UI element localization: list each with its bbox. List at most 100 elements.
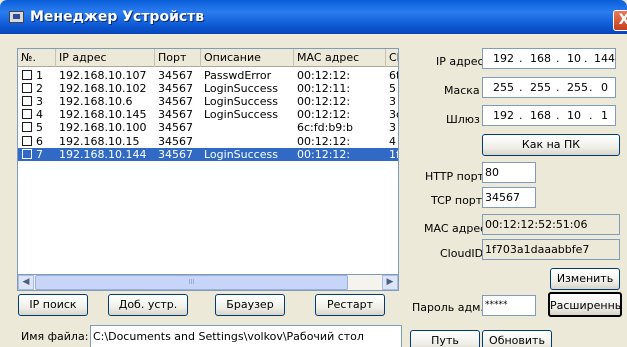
cell-num: 5 [36,121,43,135]
row-checkbox[interactable] [22,70,32,80]
cell-ip: 192.168.10.15 [59,134,140,148]
cell-desc: LoginSuccess [204,108,278,122]
advanced-button[interactable]: Расширенные [548,292,622,317]
cell-mac: 6c:fd:b9:b [297,121,353,135]
close-button[interactable]: X [613,10,627,31]
gateway-dot: . [519,109,523,122]
mask-field[interactable]: 255 . 255 . 255 . 0 [482,77,616,98]
cell-cloud: 3 [389,121,396,135]
column-header-description[interactable]: Описание [201,49,294,67]
mask-octet-1: 255 [493,81,514,94]
row-checkbox[interactable] [22,96,32,107]
scroll-left-button[interactable]: ◀ [18,275,34,290]
cell-desc: LoginSuccess [204,82,278,96]
cell-port: 34567 [158,147,193,161]
window-title: Менеджер Устройств [30,9,205,25]
mask-dot: . [519,81,523,94]
ip-dot: . [584,52,588,65]
admin-password-label: Пароль адм. [412,301,484,314]
restart-button[interactable]: Рестарт [315,294,385,316]
row-checkbox[interactable] [22,83,32,94]
mask-dot: . [589,81,593,94]
ip-search-button[interactable]: IP поиск [18,294,88,316]
device-row[interactable]: 5 192.168.10.100 34567 6c:fd:b9:b 3 [18,121,398,135]
gateway-octet-2: 168 [530,109,551,122]
refresh-button[interactable]: Обновить [482,330,552,347]
cell-cloud: 5 [389,82,396,96]
gateway-octet-1: 192 [493,109,514,122]
column-header-port[interactable]: Порт [155,49,201,67]
gateway-octet-4: 1 [601,109,608,122]
device-list[interactable]: №. IP адрес Порт Описание MAC адрес Cl 1… [17,48,399,290]
tcp-port-label: TCP порт [431,194,483,207]
app-icon [9,11,24,23]
ip-octet-1: 192 [493,52,514,65]
column-header-number[interactable]: №. [18,49,56,67]
cell-ip: 192.168.10.145 [59,108,147,122]
add-device-button[interactable]: Доб. устр. [108,294,188,316]
cell-mac: 00:12:12: [297,95,351,109]
horizontal-scrollbar[interactable]: ◀ III ▶ [17,274,399,291]
ip-dot: . [519,52,523,65]
cell-mac: 00:12:12: [297,108,351,122]
row-checkbox[interactable] [22,109,32,120]
cell-num: 6 [36,134,43,148]
scroll-thumb[interactable]: III [35,275,348,290]
gateway-label: Шлюз [446,113,480,126]
cell-mac: 00:12:11: [297,82,351,96]
gateway-dot: . [589,109,593,122]
ip-address-label: IP адрес [436,55,484,68]
http-port-field[interactable]: 80 [482,162,536,183]
title-bar[interactable]: Менеджер Устройств [0,0,627,34]
cell-num: 7 [36,147,43,161]
cell-port: 34567 [158,69,193,82]
row-checkbox[interactable] [22,122,32,133]
device-row[interactable]: 2 192.168.10.102 34567 LoginSuccess 00:12:11… [18,82,398,96]
ip-octet-3: 10 [567,52,581,65]
mask-label: Маска [444,84,480,97]
cell-desc [204,121,294,134]
cell-cloud: 3c [389,108,398,122]
cell-num: 1 [36,69,43,82]
ip-address-field[interactable]: 192 . 168 . 10 . 144 [482,48,616,69]
device-row[interactable]: 4 192.168.10.145 34567 LoginSuccess 00:12:12… [18,108,398,122]
mac-address-label: MAC адрес [424,222,487,235]
device-row[interactable]: 3 192.168.10.6 34567 LoginSuccess 00:12:12: 3 [18,95,398,109]
change-button[interactable]: Изменить [550,268,620,290]
cell-ip: 192.168.10.107 [59,69,147,82]
mask-dot: . [556,81,560,94]
column-header-mac[interactable]: MAC адрес [294,49,386,67]
column-header-ip[interactable]: IP адрес [56,49,155,67]
path-button[interactable]: Путь [410,330,480,347]
row-checkbox[interactable] [22,135,32,146]
browser-button[interactable]: Браузер [215,294,285,316]
ip-octet-2: 168 [530,52,551,65]
cell-desc: LoginSuccess [204,147,278,161]
as-pc-button[interactable]: Как на ПК [482,134,620,156]
scroll-right-button[interactable]: ▶ [382,275,398,290]
device-row[interactable]: 7 192.168.10.144 34567 LoginSuccess 00:12:12… [18,147,398,161]
cell-ip: 192.168.10.100 [59,121,147,135]
cell-ip: 192.168.10.6 [59,95,133,109]
mask-octet-3: 255 [567,81,588,94]
tcp-port-field[interactable]: 34567 [482,187,536,208]
cell-cloud: 4 [389,134,396,148]
column-header-cloud[interactable]: Cl [386,49,398,67]
mask-octet-2: 255 [530,81,551,94]
ip-octet-4: 144 [594,52,615,65]
cell-cloud: 6t [389,69,398,82]
cell-port: 34567 [158,108,193,122]
file-name-field[interactable]: C:\Documents and Settings\volkov\Рабочий… [90,325,402,347]
cell-port: 34567 [158,134,193,148]
cell-port: 34567 [158,121,193,135]
http-port-label: HTTP порт [425,170,484,183]
row-checkbox[interactable] [22,148,32,159]
device-row[interactable]: 1 192.168.10.107 34567 PasswdError 00:12:12:… [18,69,398,82]
device-row[interactable]: 6 192.168.10.15 34567 00:12:12: 4 [18,134,398,148]
cloud-id-label: CloudID [440,247,484,260]
admin-password-field[interactable]: ***** [482,295,536,316]
ip-dot: . [556,52,560,65]
gateway-dot: . [556,109,560,122]
gateway-field[interactable]: 192 . 168 . 10 . 1 [482,105,616,126]
cell-port: 34567 [158,95,193,109]
